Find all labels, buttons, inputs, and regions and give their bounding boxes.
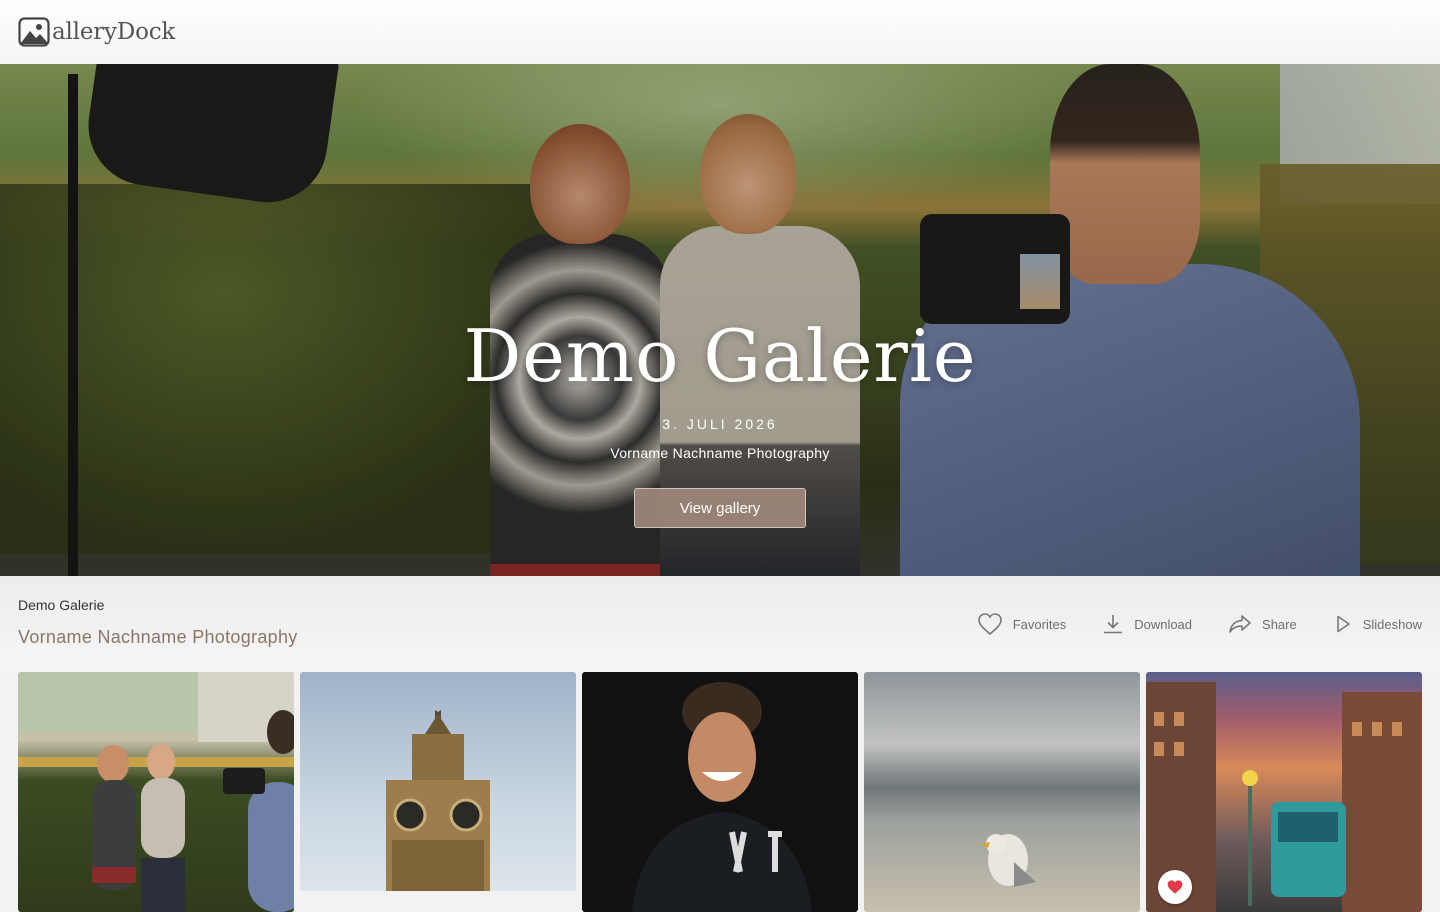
top-bar: alleryDock — [0, 0, 1440, 64]
heart-icon — [977, 613, 1002, 636]
view-gallery-button[interactable]: View gallery — [634, 488, 806, 528]
hero-subtitle: Vorname Nachname Photography — [610, 445, 830, 461]
share-button[interactable]: Share — [1228, 614, 1297, 634]
slideshow-button[interactable]: Slideshow — [1333, 614, 1422, 634]
photo-image — [632, 682, 812, 912]
gallery-actions: Favorites Download Share Slideshow — [941, 612, 1422, 636]
play-icon — [1336, 615, 1350, 633]
download-button[interactable]: Download — [1102, 613, 1192, 635]
slideshow-label: Slideshow — [1362, 616, 1422, 632]
photo-thumbnail[interactable] — [300, 672, 576, 891]
photo-thumbnail[interactable] — [864, 672, 1140, 912]
photo-grid — [18, 672, 1422, 912]
share-label: Share — [1262, 616, 1297, 632]
gallery-info-bar: Demo Galerie Vorname Nachname Photograph… — [0, 576, 1440, 672]
photo-thumbnail[interactable] — [18, 672, 294, 912]
download-label: Download — [1134, 616, 1193, 632]
favorites-label: Favorites — [1012, 616, 1067, 632]
gallery-photographer: Vorname Nachname Photography — [18, 627, 298, 647]
logo-text: alleryDock — [52, 19, 176, 45]
hero-title: Demo Galerie — [463, 314, 977, 398]
photo-thumbnail[interactable] — [582, 672, 858, 912]
logo[interactable]: alleryDock — [18, 16, 175, 48]
photo-image — [386, 710, 490, 891]
share-icon — [1229, 615, 1251, 633]
favorites-button[interactable]: Favorites — [977, 612, 1066, 636]
favorite-badge[interactable] — [1158, 870, 1192, 904]
photo-image — [18, 672, 294, 912]
photo-image — [980, 834, 1036, 887]
image-icon — [18, 17, 50, 47]
hero-date: 3. JULI 2026 — [662, 416, 778, 432]
hero-banner: Demo Galerie 3. JULI 2026 Vorname Nachna… — [0, 64, 1440, 576]
photo-thumbnail[interactable] — [1146, 672, 1422, 912]
download-icon — [1104, 615, 1123, 634]
heart-filled-icon — [1167, 880, 1183, 894]
gallery-title: Demo Galerie — [18, 597, 105, 613]
